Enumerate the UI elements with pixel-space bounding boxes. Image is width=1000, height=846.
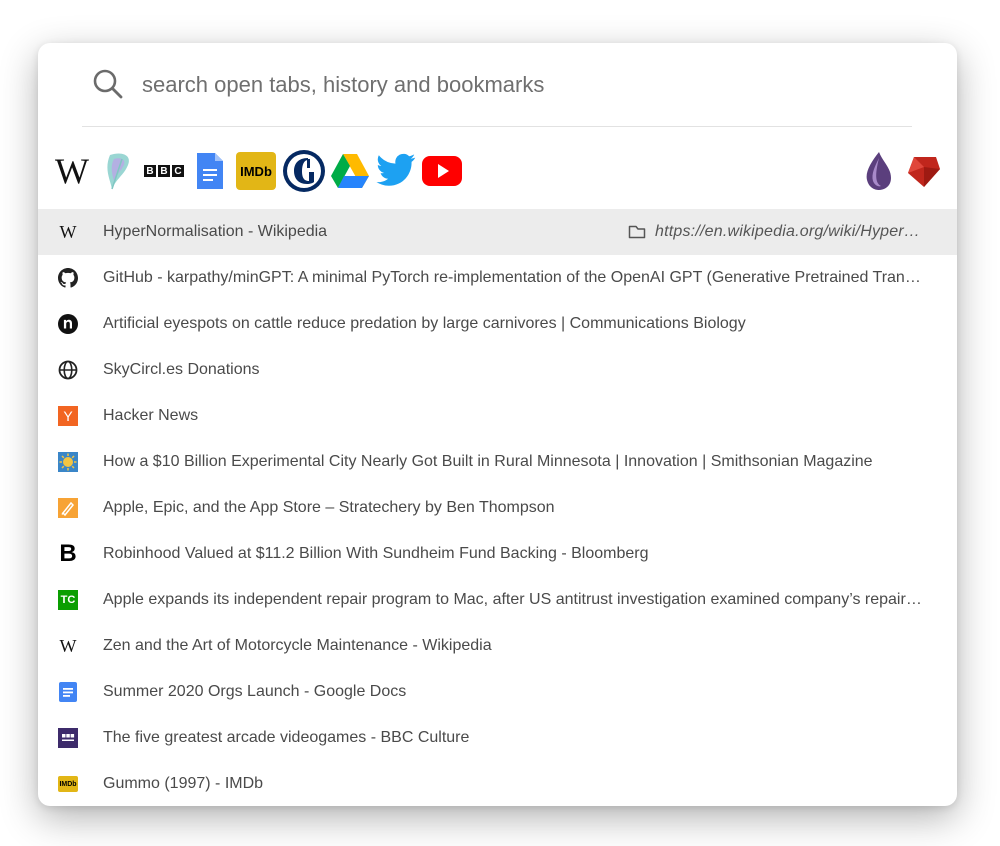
results-list: W HyperNormalisation - Wikipedia https:/… <box>38 209 957 806</box>
bookmark-twitter[interactable] <box>374 149 418 193</box>
result-row[interactable]: SkyCircl.es Donations <box>38 347 957 393</box>
bookmark-google-drive[interactable] <box>328 149 372 193</box>
result-title: GitHub - karpathy/minGPT: A minimal PyTo… <box>103 269 925 286</box>
bbc-icon: B B C <box>144 165 184 177</box>
google-docs-icon <box>58 682 78 702</box>
twitter-icon <box>376 153 416 186</box>
result-title: Summer 2020 Orgs Launch - Google Docs <box>103 683 407 700</box>
result-row[interactable]: TC Apple expands its independent repair … <box>38 577 957 623</box>
tab-icon <box>628 225 646 239</box>
result-title: Robinhood Valued at $11.2 Billion With S… <box>103 545 649 562</box>
result-title: Apple expands its independent repair pro… <box>103 591 925 608</box>
smithsonian-icon <box>58 452 78 472</box>
hacker-news-icon: Y <box>58 406 78 426</box>
techcrunch-icon: TC <box>58 590 78 610</box>
stratechery-icon <box>58 498 78 518</box>
result-row[interactable]: IMDb Gummo (1997) - IMDb <box>38 761 957 806</box>
google-docs-icon <box>197 153 223 189</box>
bookmark-youtube[interactable] <box>420 149 464 193</box>
result-title: Apple, Epic, and the App Store – Stratec… <box>103 499 555 516</box>
result-row[interactable]: The five greatest arcade videogames - BB… <box>38 715 957 761</box>
result-title: Artificial eyespots on cattle reduce pre… <box>103 315 746 332</box>
result-row[interactable]: Artificial eyespots on cattle reduce pre… <box>38 301 957 347</box>
bookmark-ruby[interactable] <box>902 149 946 193</box>
result-row[interactable]: GitHub - karpathy/minGPT: A minimal PyTo… <box>38 255 957 301</box>
google-drive-icon <box>331 154 369 188</box>
search-input[interactable] <box>140 67 904 103</box>
bookmark-elixir[interactable] <box>856 149 900 193</box>
result-title: Gummo (1997) - IMDb <box>103 775 264 792</box>
wikipedia-icon: W <box>55 151 89 191</box>
imdb-icon: IMDb <box>236 152 276 190</box>
result-title: HyperNormalisation - Wikipedia <box>103 223 328 240</box>
result-title: Zen and the Art of Motorcycle Maintenanc… <box>103 637 492 654</box>
result-url: https://en.wikipedia.org/wiki/HyperNorma… <box>655 223 923 240</box>
result-row[interactable]: Apple, Epic, and the App Store – Stratec… <box>38 485 957 531</box>
globe-icon <box>58 360 78 380</box>
result-row[interactable]: Y Hacker News <box>38 393 957 439</box>
github-icon <box>58 268 78 288</box>
bookmark-google-docs[interactable] <box>188 149 232 193</box>
result-url-group: https://en.wikipedia.org/wiki/HyperNorma… <box>628 209 923 255</box>
bbc-culture-icon <box>58 728 78 748</box>
result-row[interactable]: B Robinhood Valued at $11.2 Billion With… <box>38 531 957 577</box>
search-panel: W B B C <box>38 43 957 806</box>
result-title: How a $10 Billion Experimental City Near… <box>103 453 873 470</box>
elixir-icon <box>866 152 891 190</box>
bookmark-guardian[interactable] <box>282 149 326 193</box>
bloomberg-icon: B <box>59 540 77 567</box>
bookmark-bbc[interactable]: B B C <box>142 149 186 193</box>
result-row[interactable]: How a $10 Billion Experimental City Near… <box>38 439 957 485</box>
guardian-icon <box>283 150 325 192</box>
bookmark-imdb[interactable]: IMDb <box>234 149 278 193</box>
youtube-icon <box>422 156 462 186</box>
imdb-icon: IMDb <box>58 774 78 794</box>
search-bar <box>38 43 957 127</box>
result-title: SkyCircl.es Donations <box>103 361 260 378</box>
wikipedia-icon: W <box>59 635 77 656</box>
bookmark-feather[interactable] <box>96 149 140 193</box>
result-row[interactable]: W Zen and the Art of Motorcycle Maintena… <box>38 623 957 669</box>
wikipedia-icon: W <box>59 221 77 242</box>
bookmark-wikipedia[interactable]: W <box>50 149 94 193</box>
result-title: Hacker News <box>103 407 199 424</box>
nature-icon <box>58 314 78 334</box>
result-row[interactable]: Summer 2020 Orgs Launch - Google Docs <box>38 669 957 715</box>
divider <box>82 126 912 127</box>
search-icon <box>93 69 123 99</box>
bookmarks-bar: W B B C IMDb <box>38 145 957 197</box>
ruby-icon <box>908 157 940 187</box>
result-row[interactable]: W HyperNormalisation - Wikipedia https:/… <box>38 209 957 255</box>
result-title: The five greatest arcade videogames - BB… <box>103 729 470 746</box>
feather-icon <box>107 153 129 190</box>
